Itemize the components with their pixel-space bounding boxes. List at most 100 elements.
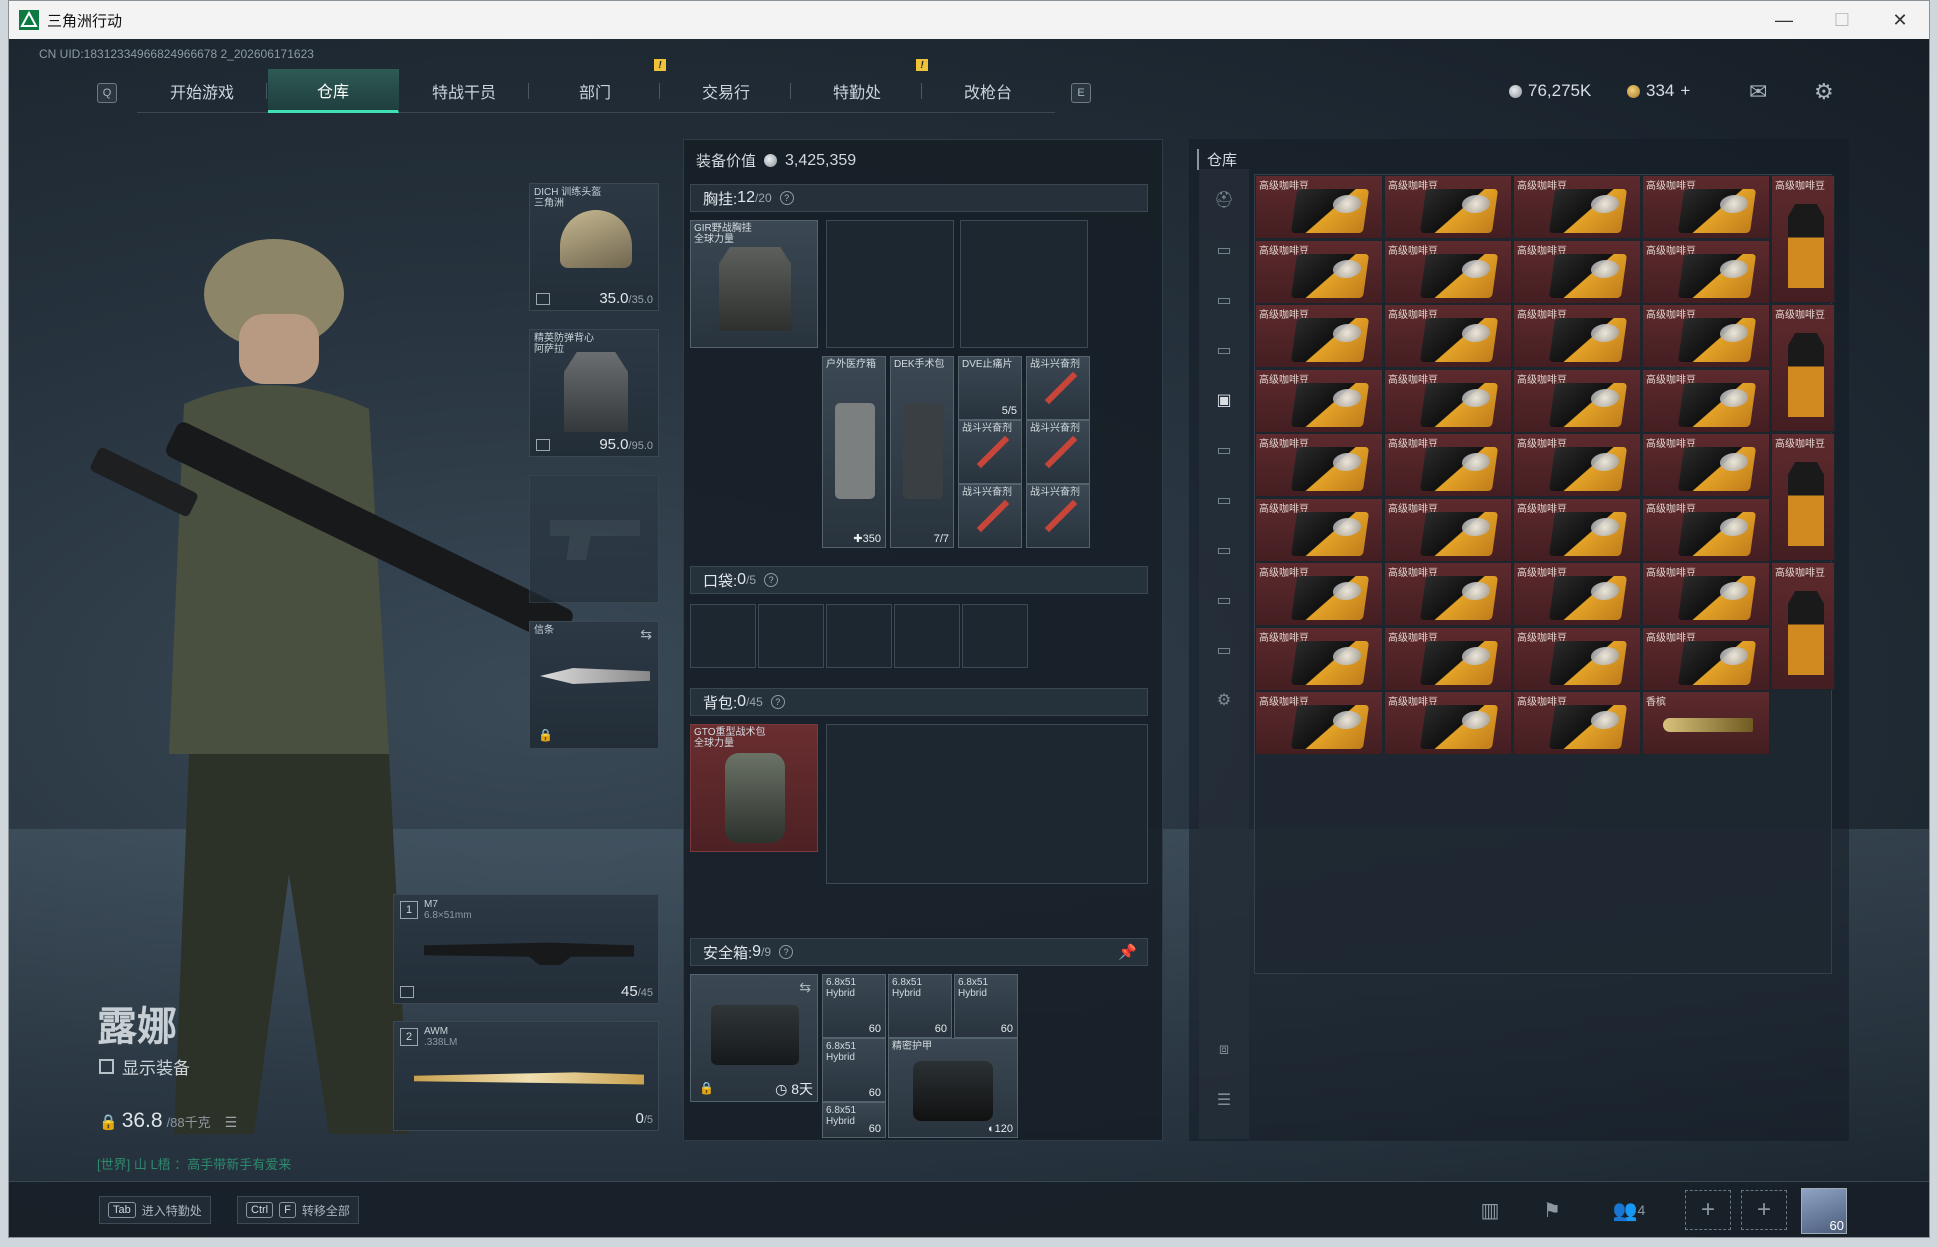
misc-filter-icon[interactable]: ▭ xyxy=(1212,589,1236,611)
flag-icon[interactable]: ⚑ xyxy=(1531,1192,1573,1228)
nav-left-key[interactable]: Q xyxy=(97,83,117,103)
coffee-bean-item[interactable]: 高级咖啡豆 xyxy=(1255,368,1383,433)
coffee-bean-item[interactable]: 高级咖啡豆 xyxy=(1513,626,1641,691)
coffee-pack-item[interactable]: 高级咖啡豆 xyxy=(1771,433,1835,561)
helmet-filter-icon[interactable]: ⛑ xyxy=(1212,189,1236,211)
ammo-item[interactable]: 6.8x51 Hybrid 60 xyxy=(888,974,952,1038)
add-currency-button[interactable]: + xyxy=(1680,81,1690,101)
stim-item[interactable]: 战斗兴奋剂 xyxy=(1026,356,1090,420)
coffee-bean-item[interactable]: 高级咖啡豆 xyxy=(1255,304,1383,368)
pocket-slot[interactable] xyxy=(962,604,1028,668)
checkbox[interactable] xyxy=(99,1059,114,1074)
stim-item[interactable]: 战斗兴奋剂 xyxy=(1026,420,1090,484)
coffee-bean-item[interactable]: 高级咖啡豆 xyxy=(1513,175,1641,239)
tab-warehouse[interactable]: 仓库 xyxy=(268,69,399,113)
coffee-bean-item[interactable]: 高级咖啡豆 xyxy=(1255,239,1383,304)
coffee-bean-item[interactable]: 高级咖啡豆 xyxy=(1642,433,1770,497)
ammo-item[interactable]: 6.8x51 Hybrid 60 xyxy=(822,1038,886,1102)
medkit-item[interactable]: 户外医疗箱 ✚350 xyxy=(822,356,886,548)
tab-start-game[interactable]: 开始游戏 xyxy=(137,69,268,113)
show-gear-toggle[interactable]: 显示装备 xyxy=(99,1054,190,1079)
mail-icon[interactable]: ✉ xyxy=(1749,79,1767,105)
coffee-bean-item[interactable]: 高级咖啡豆 xyxy=(1513,497,1641,562)
list-icon[interactable]: ☰ xyxy=(225,1114,238,1131)
coffee-bean-item[interactable]: 高级咖啡豆 xyxy=(1642,626,1770,691)
weapon-filter-icon[interactable]: ▭ xyxy=(1212,239,1236,261)
minimize-button[interactable]: — xyxy=(1755,1,1813,39)
coffee-bean-item[interactable]: 高级咖啡豆 xyxy=(1384,433,1512,497)
coffee-bean-item[interactable]: 高级咖啡豆 xyxy=(1384,497,1512,562)
swap-icon[interactable]: ⇆ xyxy=(799,979,811,996)
close-button[interactable]: ✕ xyxy=(1871,1,1929,39)
coffee-bean-item[interactable]: 高级咖啡豆 xyxy=(1642,175,1770,239)
coffee-bean-item[interactable]: 高级咖啡豆 xyxy=(1513,239,1641,304)
gear-filter-icon[interactable]: ▭ xyxy=(1212,339,1236,361)
maximize-button[interactable]: ☐ xyxy=(1813,1,1871,39)
ammo-item[interactable]: 6.8x51 Hybrid 60 xyxy=(822,974,886,1038)
gear-icon[interactable]: ⚙ xyxy=(1814,79,1834,105)
swap-icon[interactable]: ⇆ xyxy=(640,626,652,643)
other-filter-icon[interactable]: ▭ xyxy=(1212,639,1236,661)
coffee-bean-item[interactable]: 高级咖啡豆 xyxy=(1513,562,1641,626)
painkiller-item[interactable]: DVE止痛片 5/5 xyxy=(958,356,1022,420)
ammo-filter-icon[interactable]: ▭ xyxy=(1212,289,1236,311)
armor-slot[interactable]: 精英防弹背心 阿萨拉 95.0/95.0 xyxy=(529,329,659,457)
medical-filter-icon[interactable]: ▭ xyxy=(1212,439,1236,461)
champagne-item[interactable]: 香槟 xyxy=(1642,691,1770,755)
coffee-bean-item[interactable]: 高级咖啡豆 xyxy=(1642,368,1770,433)
enter-special-ops-button[interactable]: Tab 进入特勤处 xyxy=(99,1196,211,1224)
pocket-slot[interactable] xyxy=(758,604,824,668)
squad-button[interactable]: 👥 4 xyxy=(1599,1192,1659,1228)
avatar[interactable]: 60 xyxy=(1801,1188,1847,1234)
collectibles-filter-icon[interactable]: ▣ xyxy=(1212,389,1236,411)
help-icon[interactable]: ? xyxy=(764,573,779,587)
pistol-slot-empty[interactable] xyxy=(529,475,659,603)
ammo-item[interactable]: 6.8x51 Hybrid 60 xyxy=(954,974,1018,1038)
coffee-pack-item[interactable]: 高级咖啡豆 xyxy=(1771,304,1835,432)
warehouse-grid[interactable]: 高级咖啡豆 高级咖啡豆 高级咖啡豆 高级咖啡豆 高级咖啡豆 高级咖啡豆 高级咖啡豆 高级咖啡豆… xyxy=(1254,174,1835,974)
coffee-bean-item[interactable]: 高级咖啡豆 xyxy=(1255,626,1383,691)
melee-slot[interactable]: 信条 ⇆ 🔒 xyxy=(529,621,659,749)
stim-item[interactable]: 战斗兴奋剂 xyxy=(958,420,1022,484)
coffee-pack-item[interactable]: 高级咖啡豆 xyxy=(1771,175,1835,303)
coffee-bean-item[interactable]: 高级咖啡豆 xyxy=(1255,562,1383,626)
helmet-slot[interactable]: DICH 训练头盔 三角洲 35.0/35.0 xyxy=(529,183,659,311)
rig-slot-empty[interactable] xyxy=(826,220,954,348)
pocket-slot[interactable] xyxy=(690,604,756,668)
coffee-bean-item[interactable]: 高级咖啡豆 xyxy=(1642,497,1770,562)
chest-rig-item[interactable]: GIR野战胸挂 全球力量 xyxy=(690,220,818,348)
coffee-bean-item[interactable]: 高级咖啡豆 xyxy=(1642,562,1770,626)
backpack-storage-grid[interactable] xyxy=(826,724,1148,884)
coffee-bean-item[interactable]: 高级咖啡豆 xyxy=(1255,691,1383,755)
pocket-slot[interactable] xyxy=(894,604,960,668)
coffee-pack-item[interactable]: 高级咖啡豆 xyxy=(1771,562,1835,690)
coffee-bean-item[interactable]: 高级咖啡豆 xyxy=(1384,239,1512,304)
coffee-bean-item[interactable]: 高级咖啡豆 xyxy=(1384,175,1512,239)
coffee-bean-item[interactable]: 高级咖啡豆 xyxy=(1255,497,1383,562)
invite-slot-button[interactable]: + xyxy=(1685,1190,1731,1230)
coffee-bean-item[interactable]: 高级咖啡豆 xyxy=(1384,626,1512,691)
ammo-item[interactable]: 6.8x51 Hybrid 60 xyxy=(822,1102,886,1138)
backpack-item[interactable]: GTO重型战术包 全球力量 xyxy=(690,724,818,852)
tab-department[interactable]: 部门! xyxy=(530,59,666,113)
coffee-bean-item[interactable]: 高级咖啡豆 xyxy=(1642,304,1770,368)
silver-currency[interactable]: 76,275K xyxy=(1509,81,1591,101)
help-icon[interactable]: ? xyxy=(779,191,794,205)
layers-icon[interactable]: ☰ xyxy=(1212,1089,1236,1111)
coffee-bean-item[interactable]: 高级咖啡豆 xyxy=(1384,562,1512,626)
surgery-kit-item[interactable]: DEK手术包 7/7 xyxy=(890,356,954,548)
settings-filter-icon[interactable]: ⚙ xyxy=(1212,689,1236,711)
container-filter-icon[interactable]: ▭ xyxy=(1212,539,1236,561)
stim-item[interactable]: 战斗兴奋剂 xyxy=(1026,484,1090,548)
pocket-slot[interactable] xyxy=(826,604,892,668)
coffee-bean-item[interactable]: 高级咖啡豆 xyxy=(1384,368,1512,433)
invite-slot-button[interactable]: + xyxy=(1741,1190,1787,1230)
tab-gunsmith[interactable]: 改枪台 xyxy=(923,69,1054,113)
coffee-bean-item[interactable]: 高级咖啡豆 xyxy=(1513,368,1641,433)
coffee-bean-item[interactable]: 高级咖啡豆 xyxy=(1384,691,1512,755)
safebox-item[interactable]: ⇆ 🔒 ◷ 8天 xyxy=(690,974,818,1102)
coffee-bean-item[interactable]: 高级咖啡豆 xyxy=(1513,433,1641,497)
tab-operators[interactable]: 特战干员 xyxy=(399,69,530,113)
primary-weapon-slot[interactable]: 1 M7 6.8×51mm 45/45 xyxy=(393,894,659,1004)
tab-trade[interactable]: 交易行 xyxy=(661,69,792,113)
